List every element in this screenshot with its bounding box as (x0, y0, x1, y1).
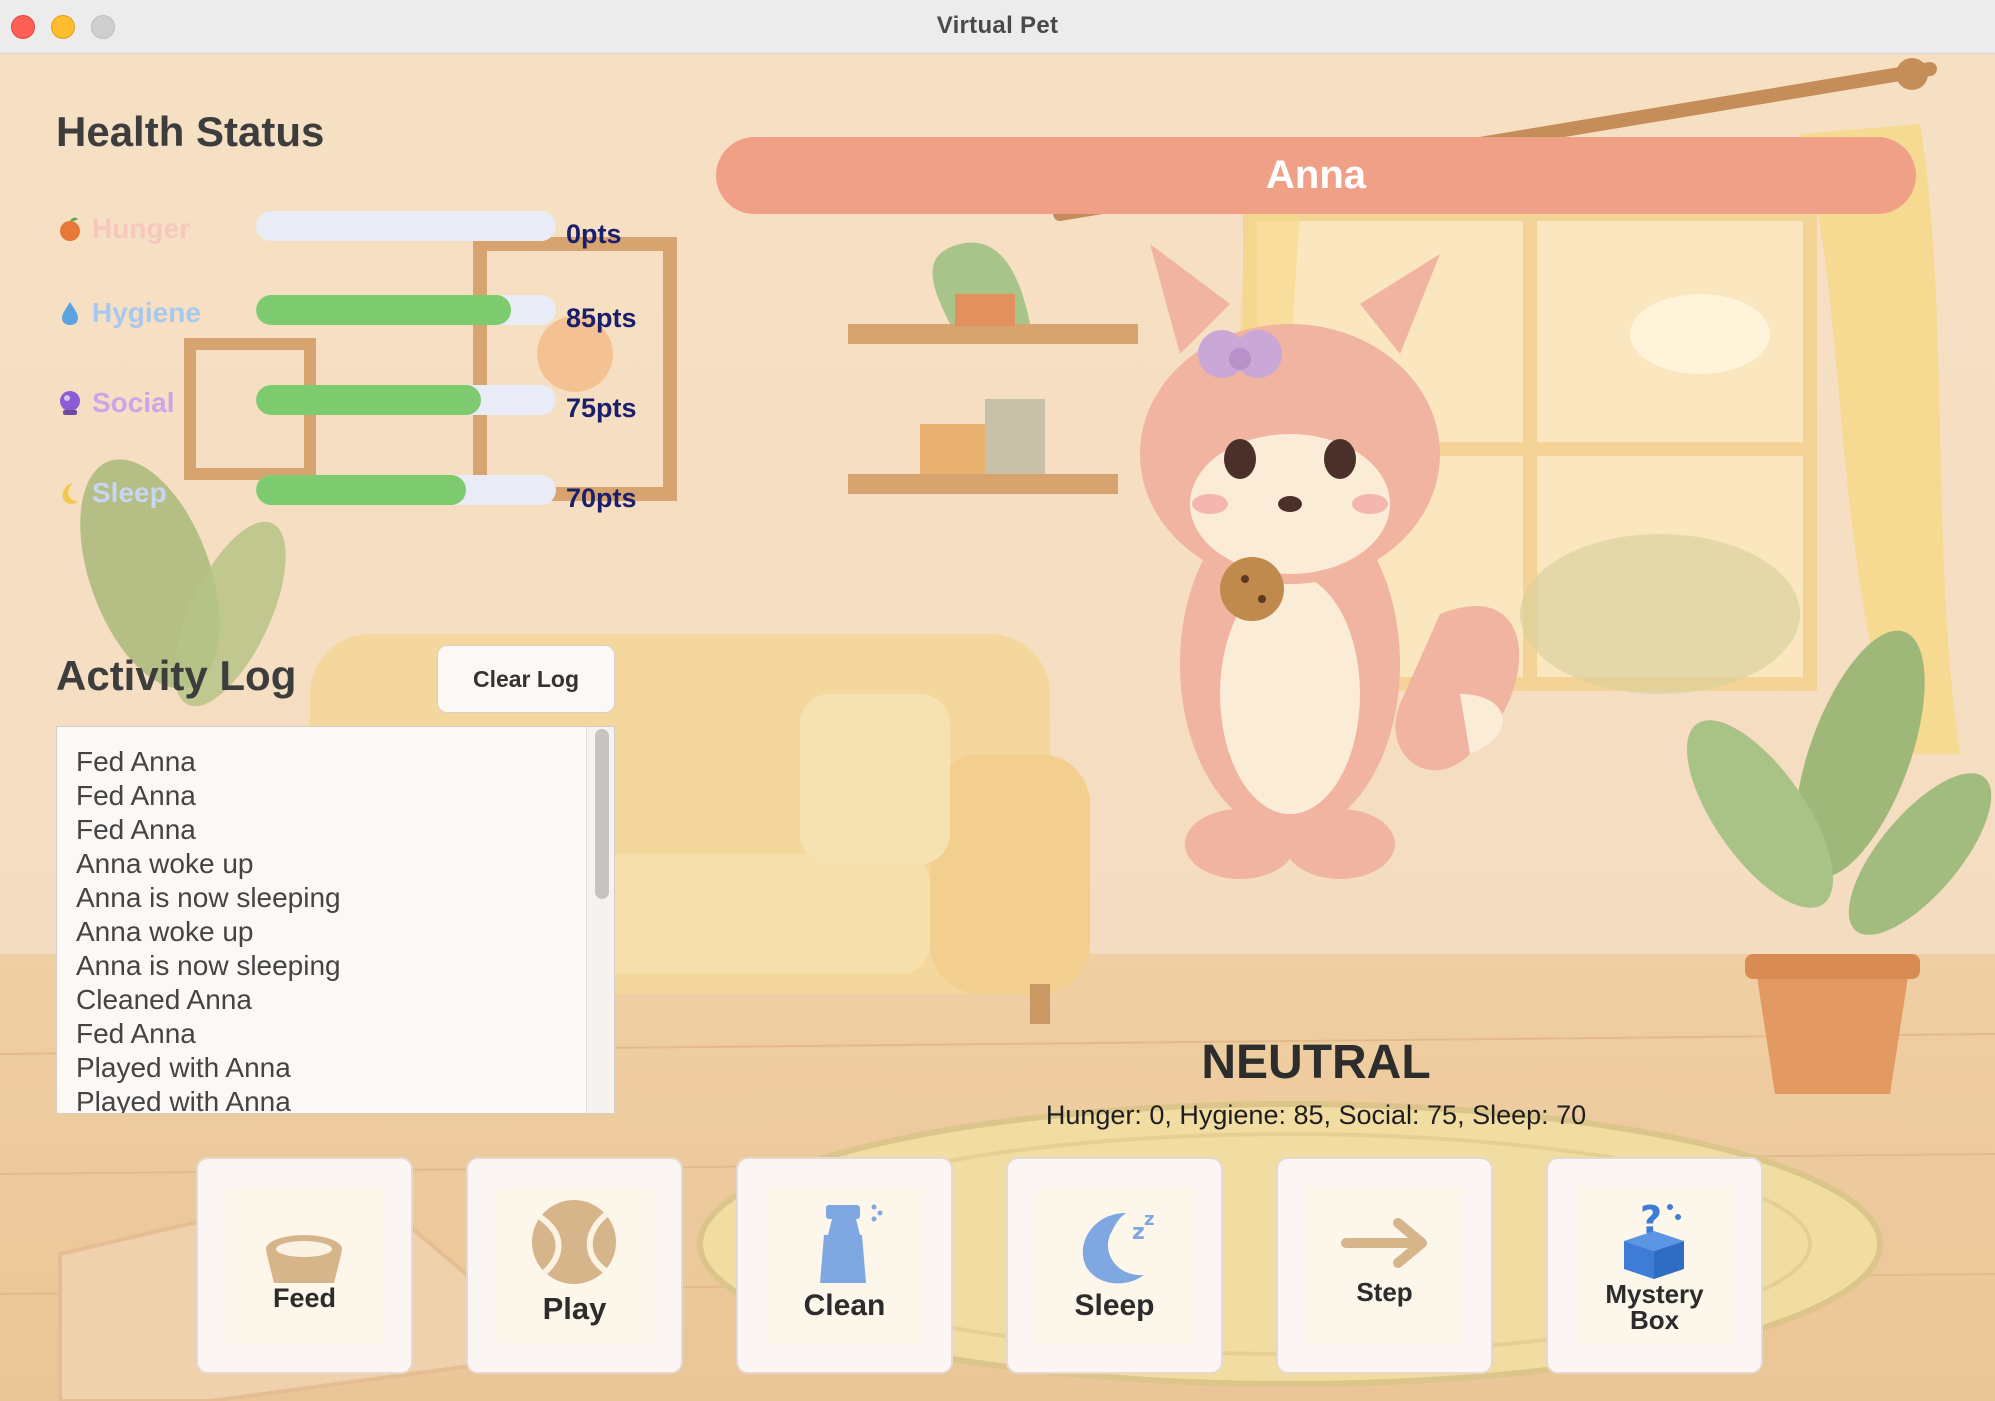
log-entry: Fed Anna (76, 780, 196, 811)
step-button[interactable]: Step (1276, 1157, 1493, 1374)
step-label: Step (1356, 1277, 1413, 1307)
mood-label: NEUTRAL (1201, 1036, 1431, 1089)
clean-button[interactable]: Clean (736, 1157, 953, 1374)
clear-log-button[interactable]: Clear Log (437, 645, 615, 713)
stat-row-sleep: Sleep 70pts (56, 475, 666, 515)
title-bar: Virtual Pet (0, 0, 1995, 54)
log-entry: Fed Anna (76, 746, 196, 777)
social-bar (256, 385, 556, 415)
hunger-value: 0pts (566, 219, 622, 249)
stats-summary: Hunger: 0, Hygiene: 85, Social: 75, Slee… (1045, 1100, 1587, 1130)
hygiene-bar (256, 295, 556, 325)
log-entry: Anna woke up (76, 916, 254, 947)
mystery-box-button[interactable]: ? Mystery Box (1546, 1157, 1763, 1374)
log-scrollbar-thumb[interactable] (595, 729, 609, 899)
log-entry: Played with Anna (76, 1052, 291, 1083)
peach-icon (60, 217, 80, 241)
play-label: Play (542, 1291, 607, 1326)
water-drop-icon (62, 302, 78, 325)
play-button[interactable]: Play (466, 1157, 683, 1374)
activity-log-title: Activity Log (56, 652, 297, 699)
log-entry: Cleaned Anna (76, 984, 252, 1015)
hunger-bar (256, 211, 556, 241)
crystal-ball-icon (60, 391, 80, 415)
arrow-right-icon (1341, 1218, 1427, 1268)
sleep-bar (256, 475, 556, 505)
spray-bottle-icon (820, 1204, 883, 1283)
feed-label: Feed (272, 1283, 337, 1313)
log-scrollbar[interactable] (586, 727, 614, 1113)
log-entry: Fed Anna (76, 1018, 196, 1049)
stat-row-hygiene: Hygiene 85pts (56, 295, 666, 335)
hunger-label: Hunger (92, 213, 190, 244)
window-title: Virtual Pet (936, 12, 1059, 39)
social-bar-fill (256, 385, 481, 415)
svg-text:z: z (1132, 1220, 1145, 1245)
stat-row-hunger: Hunger 0pts (56, 211, 666, 251)
feed-button[interactable]: Feed (196, 1157, 413, 1374)
mystery-box-label: Mystery Box (1548, 1281, 1761, 1333)
hygiene-bar-fill (256, 295, 511, 325)
sleep-bar-fill (256, 475, 466, 505)
clean-label: Clean (803, 1289, 886, 1322)
social-label: Social (92, 387, 175, 418)
log-entry: Anna woke up (76, 848, 254, 879)
sleep-label: Sleep (92, 477, 167, 508)
sleep-label-button: Sleep (1074, 1289, 1155, 1322)
sleep-value: 70pts (566, 483, 637, 513)
sleep-button[interactable]: z z Sleep (1006, 1157, 1223, 1374)
activity-log-list[interactable]: Fed Anna Fed Anna Fed Anna Anna woke up … (56, 726, 615, 1114)
log-entry: Anna is now sleeping (76, 950, 341, 981)
tennis-ball-icon (532, 1200, 616, 1284)
crescent-moon-icon (62, 483, 79, 504)
pet-name-banner: Anna (716, 137, 1916, 214)
health-status-title: Health Status (56, 108, 325, 155)
log-entry: Anna is now sleeping (76, 882, 341, 913)
stat-row-social: Social 75pts (56, 385, 666, 425)
mystery-box-label-line2: Box (1629, 1305, 1680, 1335)
log-entry: Fed Anna (76, 814, 196, 845)
moon-zzz-icon: z z (1082, 1209, 1154, 1284)
social-value: 75pts (566, 393, 637, 423)
log-entry: Played with Anna (76, 1086, 291, 1114)
mystery-box-icon: ? (1624, 1198, 1684, 1279)
hygiene-value: 85pts (566, 303, 637, 333)
svg-text:z: z (1144, 1209, 1154, 1230)
hygiene-label: Hygiene (92, 297, 201, 328)
